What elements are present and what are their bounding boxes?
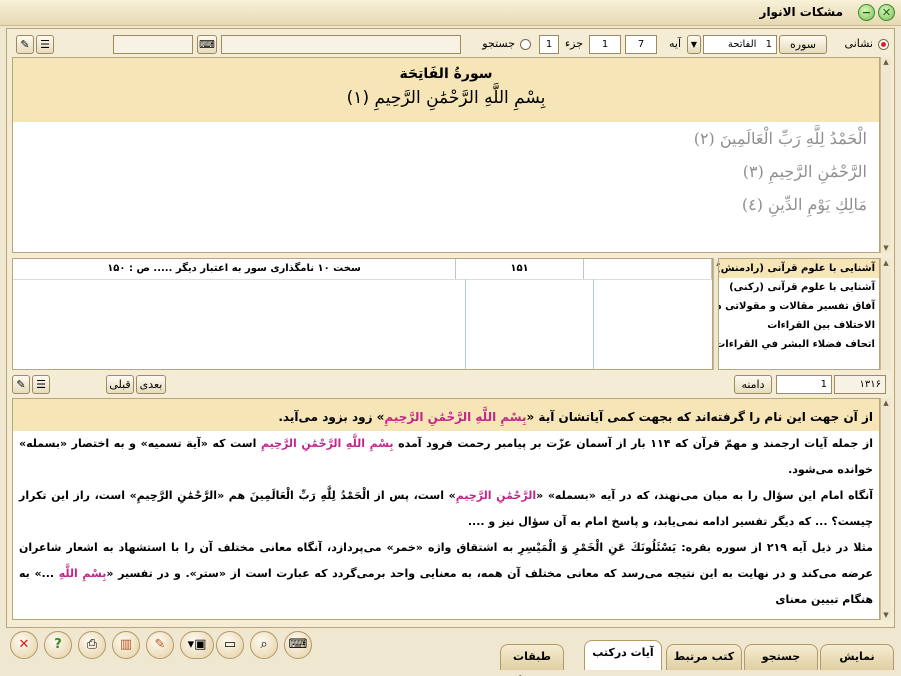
minimize-icon[interactable]: − bbox=[858, 4, 875, 21]
range-button[interactable]: دامنه bbox=[734, 375, 772, 394]
tools-icon[interactable]: ✎ bbox=[16, 35, 34, 54]
commentary-text: مثلا در ذیل آیه ۲۱۹ از سوره بقره: يَسْئَ… bbox=[19, 541, 874, 580]
list-icon[interactable]: ☰ bbox=[32, 375, 50, 394]
list-item[interactable]: آشنایی با علوم قرآنی (رکنی) bbox=[719, 278, 879, 297]
commentary-paragraph: آنگاه امام این سؤال را به میان می‌نهند، … bbox=[13, 483, 879, 535]
sura-dropdown[interactable]: سوره bbox=[779, 35, 827, 54]
commentary-paragraph: از جمله آیات ارجمند و مهمّ قرآن که ۱۱۴ ب… bbox=[13, 431, 879, 483]
next-button[interactable]: بعدی bbox=[136, 375, 166, 394]
title-bar: ✕ − مشکات الانوار bbox=[0, 0, 901, 26]
page-field[interactable]: 1 bbox=[776, 375, 832, 394]
grid-col-divider bbox=[465, 279, 466, 369]
ayah-line[interactable]: الْحَمْدُ لِلَّهِ رَبِّ الْعَالَمِينَ (٢… bbox=[13, 122, 879, 155]
books-scrollbar[interactable]: ▲ bbox=[880, 258, 891, 370]
quran-highlight[interactable]: بِسْمِ اللَّهِ الرَّحْمَٰنِ الرَّحِيمِ bbox=[384, 410, 526, 424]
help-icon[interactable]: ? bbox=[44, 631, 72, 659]
ayah-line[interactable]: مَالِكِ يَوْمِ الدِّينِ (٤) bbox=[13, 188, 879, 221]
address-toolbar: نشانی سوره 1 الفاتحة ▼ آیه 7 1 جزء 1 جست… bbox=[12, 33, 889, 57]
aya-label: آیه bbox=[668, 37, 681, 50]
grid-cell-title: سخت ۱۰ نامگذاری سور به اعتبار دیگر .....… bbox=[13, 259, 456, 280]
search-radio[interactable] bbox=[520, 39, 531, 50]
list-item[interactable]: آفاق تفسیر مقالات و مقولاتی در ... bbox=[719, 297, 879, 316]
commentary-text: » زود بزود می‌آید. bbox=[278, 410, 385, 424]
prev-button[interactable]: قبلی bbox=[106, 375, 134, 394]
sura-name-field[interactable]: 1 الفاتحة bbox=[703, 35, 777, 54]
show-label: نشانی bbox=[844, 37, 873, 50]
grid-col-divider bbox=[593, 279, 594, 369]
scroll-down-icon[interactable]: ▼ bbox=[881, 610, 891, 620]
commentary-text: آنگاه امام این سؤال را به میان می‌نهند، … bbox=[536, 489, 873, 502]
window-title: مشکات الانوار bbox=[759, 5, 843, 19]
list-item[interactable]: الاختلاف بین القراءات bbox=[719, 316, 879, 335]
sura-number: 1 bbox=[765, 39, 772, 50]
commentary-text: از جمله آیات ارجمند و مهمّ قرآن که ۱۱۴ ب… bbox=[393, 437, 873, 450]
commentary-paragraph: مثلا در ذیل آیه ۲۱۹ از سوره بقره: يَسْئَ… bbox=[13, 535, 879, 613]
list-item[interactable]: اتحاف فضلاء البشر في القراءات ... bbox=[719, 335, 879, 354]
bookmark-icon[interactable]: ▾▣ bbox=[180, 631, 214, 659]
tab-jostojoo[interactable]: جستجو bbox=[744, 644, 818, 670]
quran-scrollbar[interactable]: ▲ ▼ bbox=[880, 57, 891, 253]
total-field: ۱۳۱۶ bbox=[834, 375, 886, 394]
quran-highlight[interactable]: الرَّحْمَٰنِ الرَّحِيمِ bbox=[456, 489, 536, 502]
secondary-input[interactable] bbox=[113, 35, 193, 54]
aya-to-field[interactable]: 1 bbox=[589, 35, 621, 54]
grid-columns bbox=[13, 279, 712, 369]
grid-cell-number: ۱۵۱ bbox=[455, 259, 584, 280]
quran-highlight[interactable]: بِسْمِ اللَّهِ الرَّحْمَٰنِ الرَّحِيمِ bbox=[261, 437, 394, 450]
close-icon[interactable]: ✕ bbox=[10, 631, 38, 659]
list-icon[interactable]: ☰ bbox=[36, 35, 54, 54]
show-radio[interactable] bbox=[878, 39, 889, 50]
edit-icon[interactable]: ✎ bbox=[146, 631, 174, 659]
scroll-up-icon[interactable]: ▲ bbox=[881, 398, 891, 408]
juz-label: جزء bbox=[564, 37, 583, 50]
tab-tabaqat-mofasseran[interactable]: طبقات مفسران bbox=[500, 644, 564, 676]
results-grid: ۱۵۱ سخت ۱۰ نامگذاری سور به اعتبار دیگر .… bbox=[12, 258, 713, 370]
sura-scroll-button[interactable]: ▼ bbox=[687, 35, 701, 54]
result-nav-bar: ✎ ☰ قبلی بعدی دامنه 1 ۱۳۱۶ bbox=[12, 374, 889, 396]
commentary-heading: از آن جهت این نام را گرفته‌اند که بجهت ک… bbox=[13, 399, 879, 431]
tab-ayat-dar-kotob[interactable]: آیات درکتب bbox=[584, 640, 662, 670]
print-icon[interactable]: ⎙ bbox=[78, 631, 106, 659]
commentary-text: از آن جهت این نام را گرفته‌اند که بجهت ک… bbox=[526, 410, 874, 424]
quran-pane: سورةُ الفَاتِحَة بِسْمِ اللَّهِ الرَّحْم… bbox=[12, 57, 880, 253]
scroll-up-icon[interactable]: ▲ bbox=[881, 258, 891, 268]
scroll-down-icon[interactable]: ▼ bbox=[881, 243, 891, 253]
keyboard-icon[interactable]: ⌨ bbox=[284, 631, 312, 659]
sura-name: الفاتحة bbox=[727, 39, 757, 50]
juz-field[interactable]: 1 bbox=[539, 35, 559, 54]
book-list: آشنایی با علوم قرآنی (رادمنش) آشنایی با … bbox=[718, 258, 880, 370]
commentary-scrollbar[interactable]: ▲ ▼ bbox=[880, 398, 891, 620]
list-item[interactable]: آشنایی با علوم قرآنی (رادمنش) bbox=[719, 259, 879, 278]
ayah-line[interactable]: الرَّحْمَٰنِ الرَّحِيمِ (٣) bbox=[13, 155, 879, 188]
table-row[interactable]: ۱۵۱ سخت ۱۰ نامگذاری سور به اعتبار دیگر .… bbox=[13, 259, 712, 280]
page-icon[interactable]: ▭ bbox=[216, 631, 244, 659]
search-label: جستجو bbox=[482, 37, 515, 50]
tab-namayesh[interactable]: نمایش bbox=[820, 644, 894, 670]
scroll-up-icon[interactable]: ▲ bbox=[881, 57, 891, 67]
grid-cell-empty bbox=[583, 259, 712, 280]
bottom-bar: ✕ ? ⎙ ▥ ✎ ▾▣ ▭ ⌕ ⌨ طبقات مفسران آیات درک… bbox=[0, 628, 901, 676]
keyboard-icon[interactable]: ⌨ bbox=[197, 35, 217, 54]
sura-title: سورةُ الفَاتِحَة bbox=[399, 66, 493, 82]
tab-kotob-mortabet[interactable]: کتب مرتبط bbox=[666, 644, 742, 670]
search-input[interactable] bbox=[221, 35, 461, 54]
basmala-line: بِسْمِ اللَّهِ الرَّحْمَٰنِ الرَّحِيمِ (… bbox=[346, 88, 546, 108]
aya-from-field[interactable]: 7 bbox=[625, 35, 657, 54]
quran-highlight[interactable]: بِسْمِ اللَّهِ bbox=[59, 567, 107, 580]
book-icon[interactable]: ▥ bbox=[112, 631, 140, 659]
tools-icon[interactable]: ✎ bbox=[12, 375, 30, 394]
close-icon[interactable]: ✕ bbox=[878, 4, 895, 21]
commentary-pane: از آن جهت این نام را گرفته‌اند که بجهت ک… bbox=[12, 398, 880, 620]
sura-header: سورةُ الفَاتِحَة بِسْمِ اللَّهِ الرَّحْم… bbox=[13, 58, 879, 122]
search-icon[interactable]: ⌕ bbox=[250, 631, 278, 659]
